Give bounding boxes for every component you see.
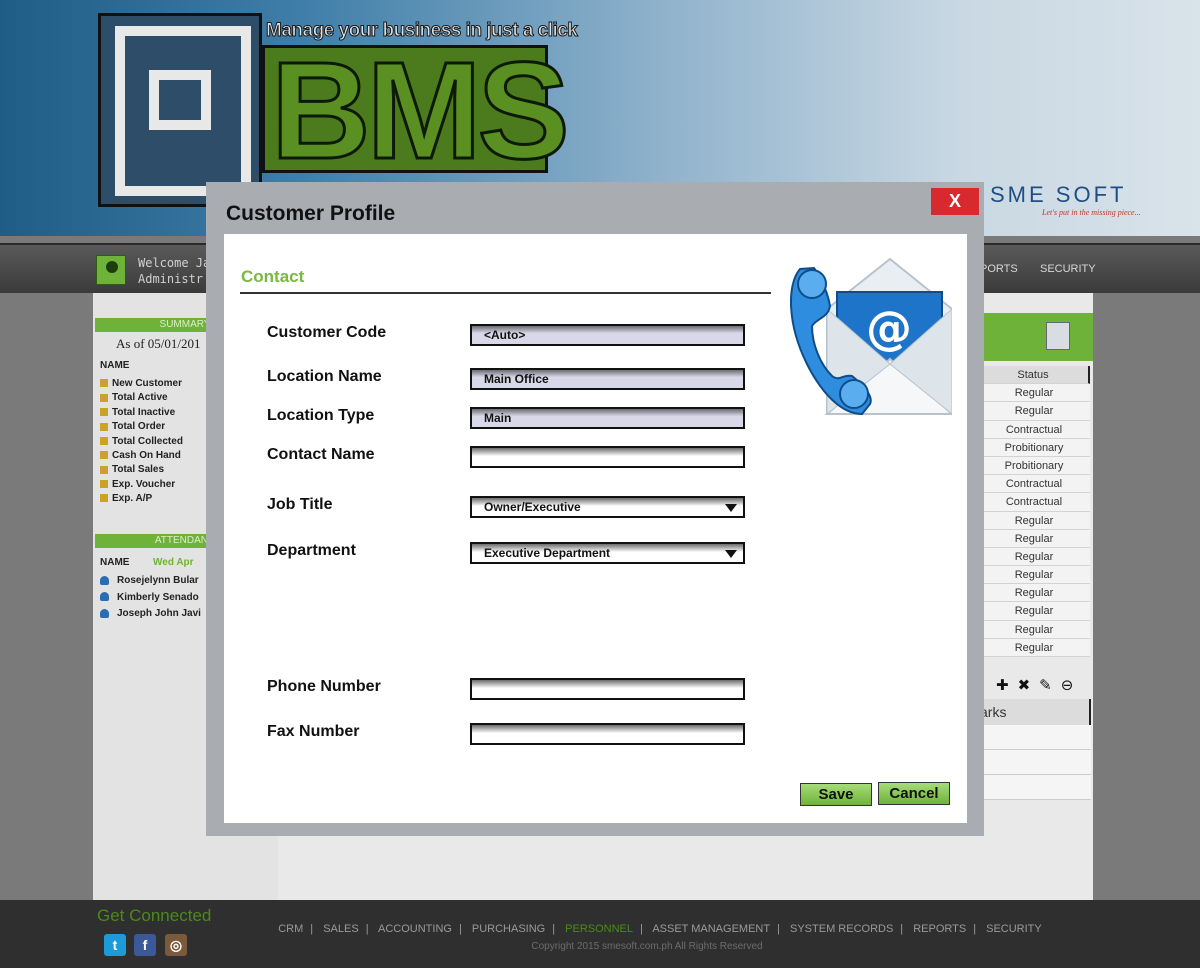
status-cell: Regular: [978, 602, 1090, 621]
status-cell: Contractual: [978, 475, 1090, 494]
save-button[interactable]: Save: [800, 783, 872, 806]
summary-item[interactable]: Total Inactive: [100, 407, 183, 421]
attendance-item[interactable]: Rosejelynn Bular: [100, 575, 201, 592]
ebms-logo-e: [98, 13, 262, 207]
status-cell: Regular: [978, 566, 1090, 585]
remove-icon[interactable]: ⊖: [1061, 676, 1083, 694]
footer-link-purchasing[interactable]: PURCHASING: [472, 923, 545, 935]
nav-item-security[interactable]: SECURITY: [1040, 263, 1096, 275]
edit-icon[interactable]: ✎: [1039, 676, 1061, 694]
attendance-date: Wed Apr: [153, 557, 194, 568]
footer-link-reports[interactable]: REPORTS: [913, 923, 966, 935]
welcome-text: Welcome Ja Administr: [138, 256, 211, 286]
cancel-button[interactable]: Cancel: [878, 782, 950, 805]
as-of-date: As of 05/01/201: [116, 336, 201, 351]
close-button[interactable]: X: [931, 188, 979, 215]
modal-body: Contact @ Customer Code Location Name Lo…: [224, 234, 967, 823]
section-divider: [240, 292, 771, 294]
status-cell: Regular: [978, 547, 1090, 567]
status-column: Status Regular Regular Contractual Probi…: [978, 366, 1090, 657]
summary-list: New Customer Total Active Total Inactive…: [100, 378, 183, 508]
footer-link-crm[interactable]: CRM: [278, 923, 303, 935]
summary-item[interactable]: Total Active: [100, 392, 183, 406]
ebms-logo: BMS: [262, 41, 571, 182]
location-name-field[interactable]: [470, 368, 745, 390]
attendance-list: Rosejelynn Bular Kimberly Senado Joseph …: [100, 575, 201, 625]
job-title-select[interactable]: Owner/Executive: [470, 496, 745, 518]
footer-link-personnel[interactable]: PERSONNEL: [565, 923, 633, 935]
location-type-field[interactable]: [470, 407, 745, 429]
tagline: Manage your business in just a click: [265, 20, 578, 42]
footer-links: CRM | SALES | ACCOUNTING | PURCHASING | PERS…: [278, 923, 1042, 935]
footer-link-system-records[interactable]: SYSTEM RECORDS: [790, 923, 893, 935]
user-avatar-icon: [96, 255, 126, 285]
summary-item[interactable]: Exp. Voucher: [100, 479, 183, 493]
summary-item[interactable]: Cash On Hand: [100, 450, 183, 464]
customer-code-label: Customer Code: [267, 324, 387, 341]
footer-link-accounting[interactable]: ACCOUNTING: [378, 923, 452, 935]
job-title-value: Owner/Executive: [484, 500, 581, 514]
status-cell: Probitionary: [978, 438, 1090, 457]
customer-profile-modal: Customer Profile X Contact @ Customer Co…: [206, 182, 984, 836]
attendance-name-header: NAME: [100, 557, 130, 568]
copyright: Copyright 2015 smesoft.com.ph All Rights…: [531, 941, 763, 952]
footer: Get Connected t f ◎ CRM | SALES | ACCOUNTI…: [0, 900, 1200, 968]
delete-icon[interactable]: ✖: [1018, 676, 1040, 694]
footer-link-security[interactable]: SECURITY: [986, 923, 1042, 935]
status-cell: Regular: [978, 402, 1090, 421]
status-cell: Regular: [978, 620, 1090, 639]
status-cell: Regular: [978, 584, 1090, 603]
status-cell: Contractual: [978, 420, 1090, 439]
chevron-down-icon: [725, 504, 737, 512]
department-select[interactable]: Executive Department: [470, 542, 745, 564]
footer-link-asset-management[interactable]: ASSET MANAGEMENT: [652, 923, 770, 935]
phone-number-label: Phone Number: [267, 678, 381, 695]
remarks-row: [978, 775, 1091, 800]
status-cell: Regular: [978, 638, 1090, 657]
nav-item-reports[interactable]: PORTS: [980, 263, 1018, 275]
status-cell: Regular: [978, 384, 1090, 403]
status-cell: Contractual: [978, 493, 1090, 512]
job-title-label: Job Title: [267, 496, 333, 513]
remarks-header: arks: [978, 699, 1091, 725]
fax-number-label: Fax Number: [267, 723, 360, 740]
contact-name-field[interactable]: [470, 446, 745, 468]
location-type-label: Location Type: [267, 407, 375, 424]
department-label: Department: [267, 542, 356, 559]
fax-number-field[interactable]: [470, 723, 745, 745]
summary-item[interactable]: Total Sales: [100, 464, 183, 478]
department-value: Executive Department: [484, 546, 611, 560]
contact-name-label: Contact Name: [267, 446, 375, 463]
customer-code-field[interactable]: [470, 324, 745, 346]
phone-number-field[interactable]: [470, 678, 745, 700]
modal-title: Customer Profile: [226, 202, 396, 225]
sme-soft-logo: SME SOFT Let's put in the missing piece.…: [990, 182, 1141, 217]
status-header: Status: [978, 366, 1090, 385]
row-toolbar: ✚✖✎⊖: [996, 676, 1082, 694]
svg-text:@: @: [866, 301, 912, 355]
add-icon[interactable]: ✚: [996, 676, 1018, 694]
location-name-label: Location Name: [267, 368, 382, 385]
status-cell: Regular: [978, 511, 1090, 530]
summary-item[interactable]: Exp. A/P: [100, 493, 183, 507]
section-title: Contact: [241, 267, 305, 286]
attendance-item[interactable]: Joseph John Javi: [100, 608, 201, 625]
attendance-item[interactable]: Kimberly Senado: [100, 592, 201, 609]
summary-item[interactable]: Total Order: [100, 421, 183, 435]
footer-link-sales[interactable]: SALES: [323, 923, 358, 935]
summary-item[interactable]: New Customer: [100, 378, 183, 392]
remarks-row: [978, 725, 1091, 750]
status-cell: Regular: [978, 529, 1090, 548]
summary-name-header: NAME: [100, 360, 130, 371]
contact-email-icon: @: [789, 257, 952, 416]
remarks-row: [978, 750, 1091, 775]
printer-icon[interactable]: [1046, 322, 1070, 350]
status-cell: Probitionary: [978, 456, 1090, 476]
summary-item[interactable]: Total Collected: [100, 436, 183, 450]
chevron-down-icon: [725, 550, 737, 558]
